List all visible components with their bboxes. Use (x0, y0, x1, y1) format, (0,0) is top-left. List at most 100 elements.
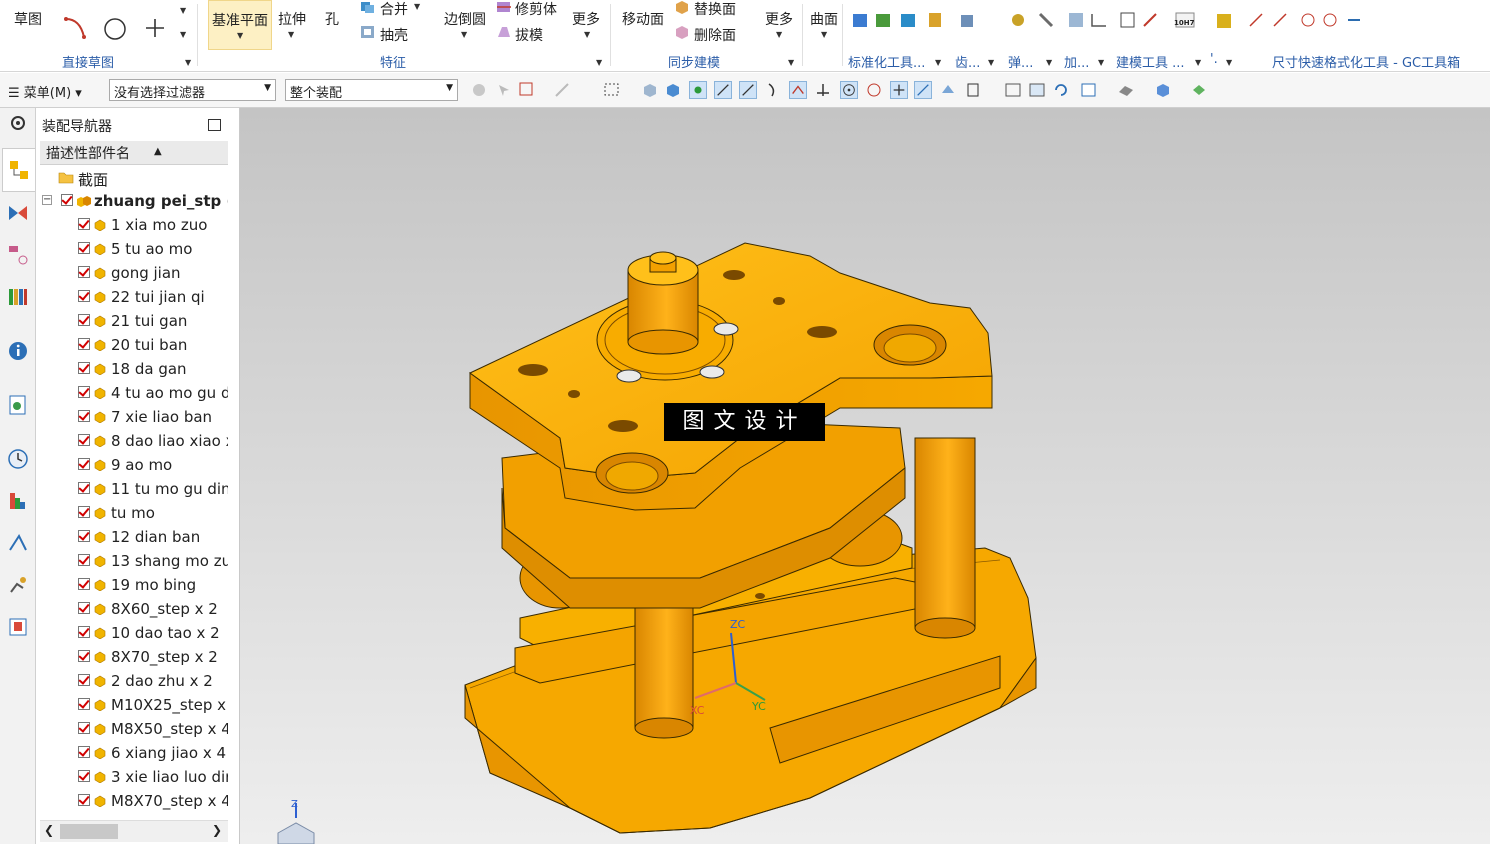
checkbox[interactable] (78, 770, 90, 782)
group-menu-icon[interactable]: ▼ (1046, 58, 1052, 67)
replace-face-button[interactable]: 替换面 (694, 0, 736, 19)
rectangle-select-icon[interactable] (603, 81, 621, 99)
tree-row-part[interactable]: tu mo (40, 501, 228, 525)
snap-center-icon[interactable] (840, 81, 858, 99)
collapse-icon[interactable]: − (42, 195, 52, 205)
selection-options-icon[interactable] (470, 81, 488, 99)
roles-icon[interactable] (7, 616, 29, 638)
rotate-icon[interactable] (1052, 81, 1070, 99)
group-menu-icon[interactable]: ▼ (935, 58, 941, 67)
unite-button[interactable]: 合并 (380, 0, 408, 19)
snap-on-curve-icon[interactable] (914, 81, 932, 99)
group-menu-icon[interactable]: ▼ (988, 58, 994, 67)
checkbox[interactable] (78, 674, 90, 686)
checkbox[interactable] (78, 410, 90, 422)
move-face-button[interactable]: 移动面 (622, 9, 664, 29)
checkbox[interactable] (78, 794, 90, 806)
more-sync-button[interactable]: 更多 (765, 9, 793, 29)
snap-endpoint-icon[interactable] (689, 81, 707, 99)
snap-arc-icon[interactable] (764, 81, 782, 99)
hole-button[interactable]: 孔 (325, 9, 339, 29)
group-menu-icon[interactable]: ▼ (185, 58, 191, 67)
chevron-down-icon[interactable]: ▼ (821, 30, 827, 39)
group-menu-icon[interactable]: ▼ (596, 58, 602, 67)
spring-icons[interactable] (1010, 10, 1056, 30)
group-menu-icon[interactable]: ▼ (1226, 58, 1232, 67)
checkbox[interactable] (78, 314, 90, 326)
constraint-navigator-icon[interactable] (7, 202, 29, 224)
datum-plane-button[interactable]: 基准平面 ▼ (208, 0, 272, 50)
shaded-cube-icon[interactable] (1154, 81, 1172, 99)
tree-row-part[interactable]: 11 tu mo gu din (40, 477, 228, 501)
tree-row-part[interactable]: 7 xie liao ban (40, 405, 228, 429)
tree-row-part[interactable]: 21 tui gan (40, 309, 228, 333)
zoom-icon[interactable] (1028, 81, 1046, 99)
tree-row-part[interactable]: 19 mo bing (40, 573, 228, 597)
tree-row-part[interactable]: M8X50_step x 4 (40, 717, 228, 741)
shell-button[interactable]: 抽壳 (380, 25, 408, 45)
tree-row-part[interactable]: gong jian (40, 261, 228, 285)
arc-icon[interactable] (62, 15, 90, 43)
machining-icons[interactable] (1068, 10, 1108, 30)
snap-on-face-icon[interactable] (939, 81, 957, 99)
checkbox[interactable] (78, 506, 90, 518)
solid-body-icon[interactable] (641, 81, 659, 99)
display-mode-icon[interactable] (1190, 81, 1208, 99)
tree-row-part[interactable]: 22 tui jian qi (40, 285, 228, 309)
menu-button[interactable]: ☰ 菜单(M) ▾ (8, 82, 82, 101)
selection-scope-select[interactable]: 整个装配 ▼ (285, 79, 458, 101)
checkbox[interactable] (78, 290, 90, 302)
scroll-left-icon[interactable]: ❮ (44, 823, 54, 837)
more-features-button[interactable]: 更多 (572, 9, 600, 29)
checkbox[interactable] (78, 362, 90, 374)
chevron-down-icon[interactable]: ▼ (180, 30, 186, 39)
group-menu-icon[interactable]: ▼ (788, 58, 794, 67)
selection-arrow-icon[interactable] (495, 81, 513, 99)
gc-tools-icons[interactable] (1216, 10, 1366, 32)
reuse-library-icon[interactable] (7, 286, 29, 308)
snap-line-icon[interactable] (739, 81, 757, 99)
orient-view-icon[interactable] (1080, 81, 1098, 99)
snap-intersection-icon[interactable] (789, 81, 807, 99)
die-assembly-model[interactable]: ZC XC YC Z (240, 108, 1490, 844)
checkbox[interactable] (78, 338, 90, 350)
surface-button[interactable]: 曲面 (810, 9, 838, 29)
chevron-down-icon[interactable]: ▼ (776, 30, 782, 39)
horizontal-scrollbar[interactable]: ❮ ❯ (40, 820, 228, 842)
group-menu-icon[interactable]: ▼ (1098, 58, 1104, 67)
tree-row-part[interactable]: 2 dao zhu x 2 (40, 669, 228, 693)
component-icon[interactable] (664, 81, 682, 99)
fit-view-icon[interactable] (1004, 81, 1022, 99)
chevron-down-icon[interactable]: ▼ (180, 6, 186, 15)
checkbox[interactable] (78, 650, 90, 662)
checkbox[interactable] (78, 698, 90, 710)
tree-row-part[interactable]: 18 da gan (40, 357, 228, 381)
tree-row-part[interactable]: 6 xiang jiao x 4 (40, 741, 228, 765)
sketch-button[interactable]: 草图 (14, 9, 42, 29)
column-header-part-name[interactable]: 描述性部件名 ▲ (40, 141, 228, 165)
tree-row-part[interactable]: 8X60_step x 2 (40, 597, 228, 621)
checkbox[interactable] (78, 530, 90, 542)
maximize-icon[interactable] (208, 119, 221, 131)
plus-icon[interactable] (144, 17, 166, 39)
checkbox[interactable] (78, 626, 90, 638)
tree-row-part[interactable]: 20 tui ban (40, 333, 228, 357)
tree-row-section[interactable]: 截面 (40, 166, 228, 190)
group-menu-icon[interactable]: ▼ (1195, 58, 1201, 67)
tree-row-part[interactable]: 8 dao liao xiao x (40, 429, 228, 453)
checkbox[interactable] (78, 386, 90, 398)
tree-row-part[interactable]: 4 tu ao mo gu d (40, 381, 228, 405)
part-navigator-icon[interactable] (7, 244, 29, 266)
checkbox[interactable] (78, 554, 90, 566)
rendering-style-icon[interactable] (1117, 81, 1135, 99)
info-icon[interactable] (7, 340, 29, 362)
snap-point-icon[interactable] (553, 81, 571, 99)
draft-button[interactable]: 拔模 (515, 25, 543, 45)
tree-row-part[interactable]: M8X70_step x 4 (40, 789, 228, 813)
settings-gear-icon[interactable] (7, 112, 29, 134)
type-filter-icon[interactable] (518, 81, 536, 99)
chevron-down-icon[interactable]: ▼ (461, 30, 467, 39)
tree-row-root[interactable]: − zhuang pei_stp (l (40, 189, 228, 213)
tree-row-part[interactable]: 12 dian ban (40, 525, 228, 549)
delete-face-button[interactable]: 删除面 (694, 25, 736, 45)
